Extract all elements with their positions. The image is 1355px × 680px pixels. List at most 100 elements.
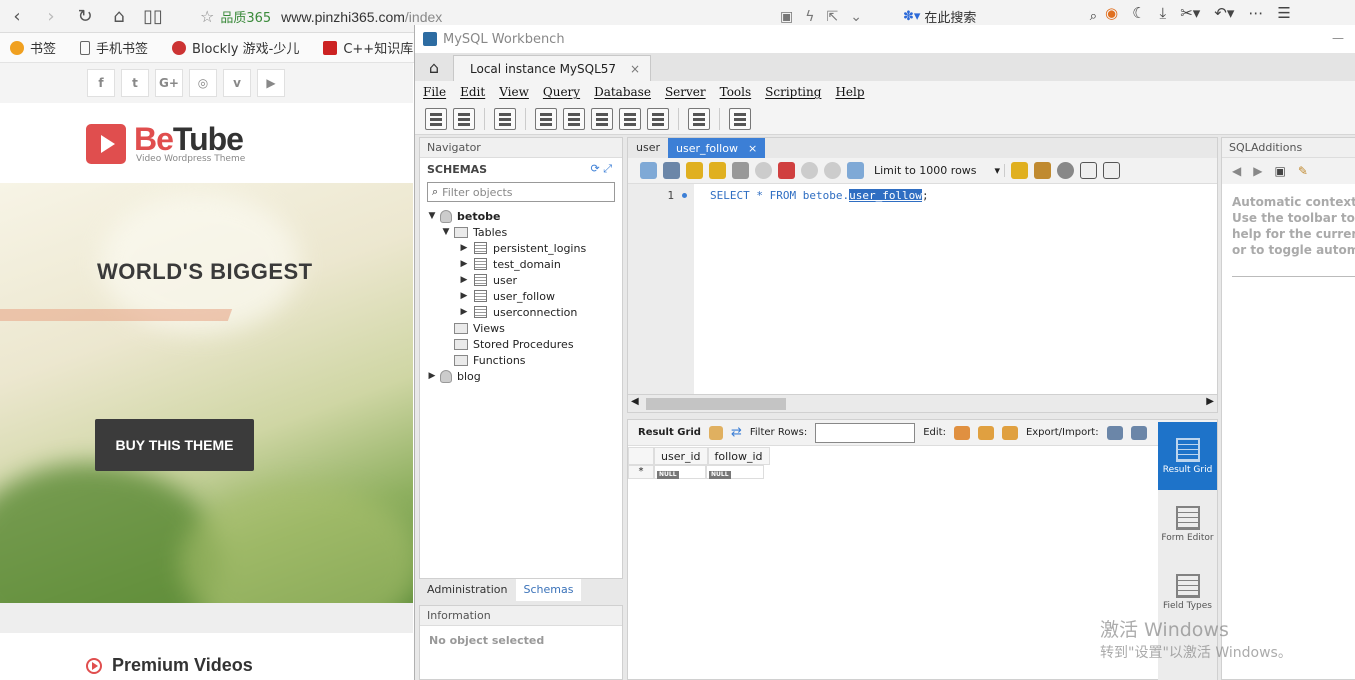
tab-form-editor[interactable]: Form Editor [1158,490,1217,558]
menu-icon[interactable]: ☰ [1277,4,1290,22]
create-schema-icon[interactable] [535,107,557,130]
refresh-icon[interactable]: ⟳ ⤢ [590,162,612,176]
column-header[interactable]: follow_id [707,447,770,465]
instagram-icon[interactable]: ◎ [189,69,217,97]
execute-current-icon[interactable] [709,162,726,179]
code-area[interactable]: 1 SELECT * FROM betobe.user_follow; [628,184,1217,394]
auto-help-icon[interactable]: ✎ [1298,164,1308,178]
grid-cell[interactable]: NULL [706,465,764,479]
game-icon[interactable]: ◉ [1105,4,1118,22]
share-icon[interactable]: ⇱ [826,9,838,25]
tab-user-follow[interactable]: user_follow × [668,138,766,158]
expand-down-icon[interactable]: ▼ [426,211,438,221]
tab-connection[interactable]: Local instance MySQL57 × [453,55,652,81]
open-file-icon[interactable] [640,162,657,179]
close-icon[interactable]: × [748,142,757,155]
menu-help[interactable]: Help [835,85,864,99]
create-view-icon[interactable] [591,107,613,130]
bookmark-item[interactable]: Blockly 游戏-少儿 [162,38,299,57]
expand-right-icon[interactable]: ▶ [458,243,470,253]
expand-right-icon[interactable]: ▶ [458,307,470,317]
export-icon[interactable] [1106,425,1123,440]
expand-right-icon[interactable]: ▶ [458,291,470,301]
filter-rows-input[interactable] [815,422,916,443]
forward-icon[interactable]: › [34,1,68,31]
find-icon[interactable] [1057,162,1075,179]
logo[interactable]: BeTube Video Wordpress Theme [0,103,413,183]
limit-rows-select[interactable]: Limit to 1000 rows ▾ [874,164,1006,177]
url-text[interactable]: www.pinzhi365.com/index [281,9,442,25]
tab-user[interactable]: user [628,138,668,158]
bookmark-icon[interactable] [1011,162,1029,179]
tree-table[interactable]: ▶ user [420,272,622,288]
tree-table[interactable]: ▶ userconnection [420,304,622,320]
back-icon[interactable]: ‹ [0,1,34,31]
arrow-right-icon[interactable]: ▶ [1253,164,1262,178]
edit-row-icon[interactable] [953,425,970,440]
grid-cell[interactable]: NULL [654,465,706,479]
scroll-thumb[interactable] [646,398,786,410]
speed-icon[interactable]: ϟ [805,9,814,25]
invisible-chars-icon[interactable] [1080,162,1098,179]
result-grid[interactable]: user_id follow_id * NULL NULL [628,447,770,479]
tree-folder[interactable]: ▼ Tables [420,224,622,240]
explain-icon[interactable] [732,162,749,179]
horizontal-scrollbar[interactable]: ◀ ▶ [628,394,1217,412]
inspector-icon[interactable] [494,107,516,130]
refresh-icon[interactable]: ↻ [68,1,102,31]
search-box[interactable]: ✽▾ 在此搜索 ⌕ [903,5,1103,27]
stop-icon[interactable] [755,162,772,179]
youtube-icon[interactable]: ▶ [257,69,285,97]
bookmark-item[interactable]: 手机书签 [70,38,148,57]
undo-icon[interactable]: ↶▾ [1214,4,1234,22]
tree-table[interactable]: ▶ persistent_logins [420,240,622,256]
download-icon[interactable]: ⤓ [1160,4,1167,22]
sql-statement[interactable]: SELECT * FROM betobe.user_follow; [710,189,929,202]
minimize-icon[interactable]: — [1332,31,1344,45]
open-sql-icon[interactable] [453,107,475,130]
tree-folder[interactable]: Views [420,320,622,336]
menu-scripting[interactable]: Scripting [765,85,821,99]
menu-edit[interactable]: Edit [460,85,485,99]
commit-icon[interactable] [801,162,818,179]
menu-query[interactable]: Query [543,85,580,99]
vimeo-icon[interactable]: v [223,69,251,97]
tree-schema[interactable]: ▼ betobe [420,208,622,224]
facebook-icon[interactable]: f [87,69,115,97]
reader-mode-icon[interactable]: ▣ [780,9,793,25]
home-icon[interactable]: ⌂ [415,53,453,81]
more-icon[interactable]: ⋯ [1248,4,1263,22]
refresh-icon[interactable]: ⇄ [731,425,742,440]
tree-table[interactable]: ▶ test_domain [420,256,622,272]
scroll-left-icon[interactable]: ◀ [631,396,639,407]
tab-administration[interactable]: Administration [419,579,516,601]
tree-folder[interactable]: Functions [420,352,622,368]
create-table-icon[interactable] [563,107,585,130]
toggle-errors-icon[interactable] [778,162,795,179]
wrap-icon[interactable] [1103,162,1121,179]
column-header[interactable]: user_id [654,447,708,465]
twitter-icon[interactable]: t [121,69,149,97]
close-icon[interactable]: × [630,62,640,76]
scroll-right-icon[interactable]: ▶ [1206,396,1214,407]
bookmark-star-icon[interactable]: ☆ [200,7,214,26]
table-row[interactable]: * NULL NULL [628,465,770,479]
search-table-data-icon[interactable] [688,107,710,130]
reconnect-icon[interactable] [729,107,751,130]
menu-view[interactable]: View [499,85,529,99]
scissors-icon[interactable]: ✂▾ [1180,4,1200,22]
buy-theme-button[interactable]: BUY THIS THEME [95,419,254,471]
moon-icon[interactable]: ☾ [1132,4,1145,22]
expand-right-icon[interactable]: ▶ [458,275,470,285]
expand-right-icon[interactable]: ▶ [458,259,470,269]
autocommit-icon[interactable] [847,162,864,179]
home-icon[interactable]: ⌂ [102,1,136,31]
new-sql-tab-icon[interactable] [425,107,447,130]
arrow-left-icon[interactable]: ◀ [1232,164,1241,178]
beautify-icon[interactable] [1034,162,1052,179]
tree-table[interactable]: ▶ user_follow [420,288,622,304]
expand-right-icon[interactable]: ▶ [426,371,438,381]
bookmark-item[interactable]: 书签 [0,38,56,57]
search-icon[interactable]: ⌕ [1090,9,1097,24]
grid-icon[interactable] [708,425,723,440]
